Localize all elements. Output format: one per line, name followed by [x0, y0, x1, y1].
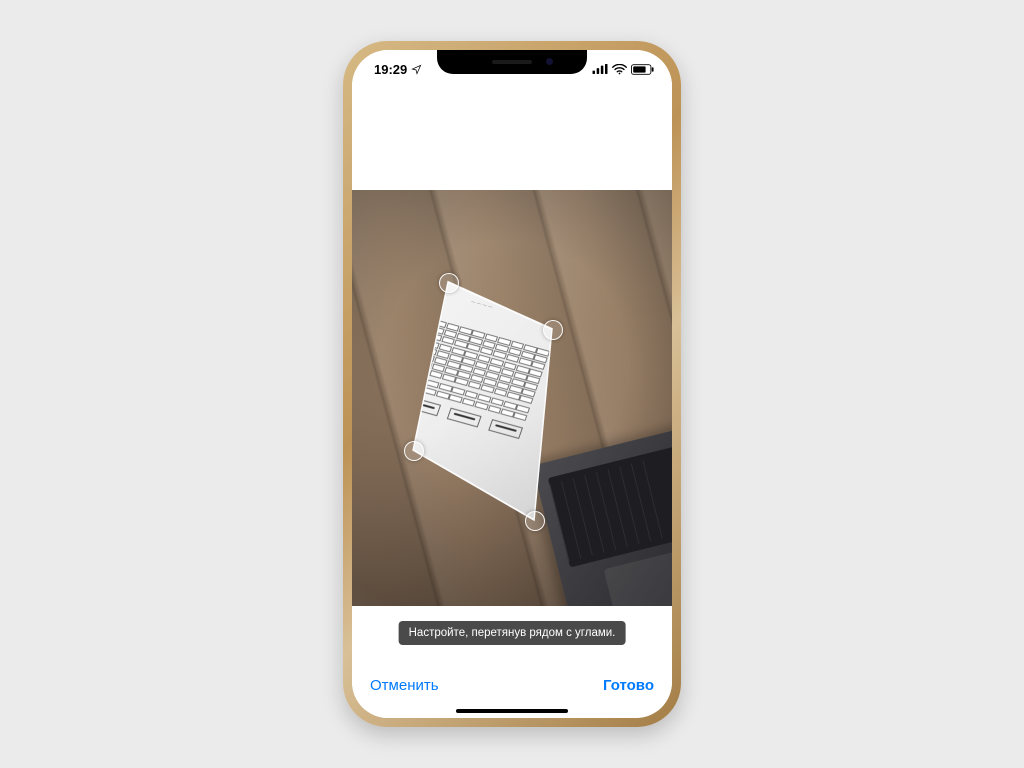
cancel-button[interactable]: Отменить: [366, 671, 443, 700]
status-left: 19:29: [374, 62, 422, 77]
crop-handle-top-left[interactable]: [439, 273, 459, 293]
home-indicator[interactable]: [456, 709, 568, 713]
location-arrow-icon: [411, 64, 422, 75]
crop-handle-bottom-left[interactable]: [404, 441, 424, 461]
wifi-icon: [612, 64, 627, 75]
cellular-signal-icon: [592, 64, 608, 74]
done-button[interactable]: Готово: [599, 671, 658, 700]
hint-capsule: Настройте, перетянув рядом с углами.: [399, 621, 626, 645]
crop-handle-top-right[interactable]: [543, 320, 563, 340]
battery-icon: [631, 64, 654, 75]
scan-preview: — — — — — — — — — —— — — —— —: [352, 190, 672, 606]
action-row: Отменить Готово: [352, 671, 672, 700]
status-right: [592, 64, 654, 75]
device-notch: [437, 50, 587, 74]
bottom-bar: Настройте, перетянув рядом с углами. Отм…: [352, 606, 672, 718]
status-time: 19:29: [374, 62, 407, 77]
phone-screen: 19:29: [352, 50, 672, 718]
phone-frame: 19:29: [343, 41, 681, 727]
crop-handle-bottom-right[interactable]: [525, 511, 545, 531]
